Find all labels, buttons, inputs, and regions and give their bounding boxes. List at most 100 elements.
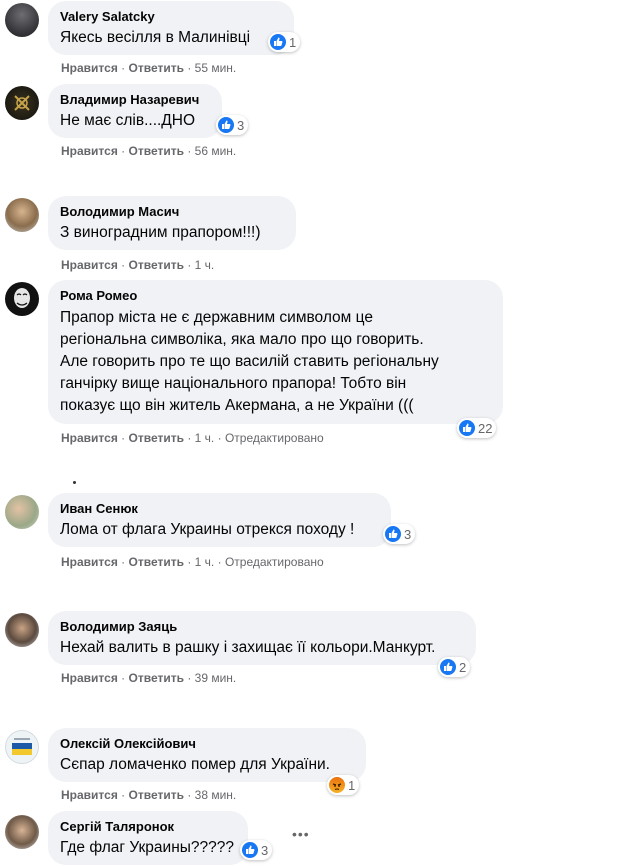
reaction-count: 3: [261, 842, 269, 858]
comment-actions: Нравится · Ответить · 1 ч. · Отредактиро…: [61, 554, 324, 570]
reply-link[interactable]: Ответить: [129, 431, 184, 445]
comment-author[interactable]: Олексій Олексійович: [60, 736, 354, 752]
like-link[interactable]: Нравится: [61, 144, 118, 158]
comment-text: Не має слів....ДНО: [60, 112, 196, 129]
comment-bubble: Владимир Назаревич Не має слів....ДНО: [48, 84, 222, 138]
avatar[interactable]: [5, 815, 39, 849]
stray-dot: [73, 481, 76, 484]
comment-text: Прапор міста не є державним символом це …: [60, 307, 491, 417]
comment-bubble: Рома Ромео Прапор міста не є державним с…: [48, 280, 503, 424]
reaction-count: 22: [478, 420, 493, 436]
comment-bubble: Иван Сенюк Ломa от флага Украины отрекся…: [48, 493, 391, 547]
like-link[interactable]: Нравится: [61, 671, 118, 685]
separator: ·: [217, 431, 222, 445]
like-link[interactable]: Нравится: [61, 555, 118, 569]
comment-text: Нехай валить в рашку і захищає її кольор…: [60, 639, 436, 656]
comment-time[interactable]: 1 ч.: [195, 431, 215, 445]
comment-text-line: ганчірку вище національного прапора! Тоб…: [60, 375, 407, 392]
separator: ·: [121, 671, 126, 685]
separator: ·: [121, 555, 126, 569]
more-options-icon[interactable]: •••: [292, 826, 310, 842]
avatar[interactable]: [5, 495, 39, 529]
separator: ·: [187, 671, 192, 685]
comment-text: Якесь весілля в Малинівці: [60, 29, 251, 46]
reply-link[interactable]: Ответить: [129, 258, 184, 272]
reaction-count: 1: [348, 777, 356, 793]
avatar[interactable]: [5, 730, 39, 764]
separator: ·: [187, 61, 192, 75]
comment-time[interactable]: 1 ч.: [195, 258, 215, 272]
comment-author[interactable]: Valery Salatcky: [60, 9, 282, 25]
reply-link[interactable]: Ответить: [129, 61, 184, 75]
like-icon: [459, 420, 475, 436]
edited-label[interactable]: Отредактировано: [225, 431, 324, 445]
reaction-count: 1: [289, 34, 297, 50]
angry-icon: [329, 777, 345, 793]
reaction-summary[interactable]: 22: [457, 418, 497, 438]
separator: ·: [187, 555, 192, 569]
reply-link[interactable]: Ответить: [129, 555, 184, 569]
comment-time[interactable]: 1 ч.: [195, 555, 215, 569]
reaction-count: 3: [237, 117, 245, 133]
comment-actions: Нравится · Ответить · 39 мин.: [61, 670, 236, 686]
separator: ·: [121, 61, 126, 75]
reply-link[interactable]: Ответить: [129, 671, 184, 685]
edited-label[interactable]: Отредактировано: [225, 555, 324, 569]
comment-bubble: Володимир Масич З виноградним прапором!!…: [48, 196, 296, 250]
like-icon: [242, 842, 258, 858]
comment-time[interactable]: 38 мин.: [195, 788, 237, 802]
reaction-summary[interactable]: 2: [438, 657, 471, 677]
comment-author[interactable]: Рома Ромео: [60, 288, 491, 304]
reaction-summary[interactable]: 3: [240, 840, 273, 860]
comment-time[interactable]: 39 мин.: [195, 671, 237, 685]
comment-text-line: показує що він житель Акермана, а не Укр…: [60, 397, 414, 414]
reply-link[interactable]: Ответить: [129, 144, 184, 158]
comment-time[interactable]: 56 мин.: [195, 144, 237, 158]
separator: ·: [217, 555, 222, 569]
reaction-summary[interactable]: 1: [268, 32, 301, 52]
comment-text-line: Прапор міста не є державним символом це: [60, 309, 373, 326]
separator: ·: [187, 788, 192, 802]
comment-actions: Нравится · Ответить · 55 мин.: [61, 60, 236, 76]
comment-text: Сєпар ломаченко помер для України.: [60, 756, 330, 773]
separator: ·: [121, 788, 126, 802]
avatar[interactable]: [5, 3, 39, 37]
comment-author[interactable]: Владимир Назаревич: [60, 92, 210, 108]
reaction-count: 2: [459, 659, 467, 675]
comment-bubble: Valery Salatcky Якесь весілля в Малинівц…: [48, 1, 294, 55]
comment-actions: Нравится · Ответить · 1 ч.: [61, 257, 214, 273]
avatar[interactable]: [5, 198, 39, 232]
like-link[interactable]: Нравится: [61, 788, 118, 802]
reaction-summary[interactable]: 3: [216, 115, 249, 135]
avatar[interactable]: [5, 86, 39, 120]
reaction-count: 3: [404, 526, 412, 542]
separator: ·: [121, 431, 126, 445]
comment-actions: Нравится · Ответить · 1 ч. · Отредактиро…: [61, 430, 324, 446]
comment-actions: Нравится · Ответить · 56 мин.: [61, 143, 236, 159]
like-icon: [440, 659, 456, 675]
like-icon: [385, 526, 401, 542]
separator: ·: [187, 258, 192, 272]
comment-bubble: Олексій Олексійович Сєпар ломаченко поме…: [48, 728, 366, 782]
like-link[interactable]: Нравится: [61, 431, 118, 445]
comment-text: Где флаг Украины?????: [60, 839, 234, 856]
comment-text-line: регіональна символіка, яка мало про що г…: [60, 331, 424, 348]
avatar[interactable]: [5, 613, 39, 647]
like-link[interactable]: Нравится: [61, 61, 118, 75]
comment-actions: Нравится · Ответить · 38 мин.: [61, 787, 236, 803]
comment-author[interactable]: Сергій Таляронок: [60, 819, 236, 835]
comment-text-line: Але говорить про те що василій ставить р…: [60, 353, 439, 370]
like-link[interactable]: Нравится: [61, 258, 118, 272]
like-icon: [270, 34, 286, 50]
separator: ·: [187, 431, 192, 445]
comment-author[interactable]: Иван Сенюк: [60, 501, 379, 517]
comment-author[interactable]: Володимир Масич: [60, 204, 284, 220]
reaction-summary[interactable]: 1: [327, 775, 360, 795]
reply-link[interactable]: Ответить: [129, 788, 184, 802]
avatar[interactable]: [5, 282, 39, 316]
comment-time[interactable]: 55 мин.: [195, 61, 237, 75]
reaction-summary[interactable]: 3: [383, 524, 416, 544]
separator: ·: [121, 258, 126, 272]
comment-author[interactable]: Володимир Заяць: [60, 619, 464, 635]
separator: ·: [121, 144, 126, 158]
